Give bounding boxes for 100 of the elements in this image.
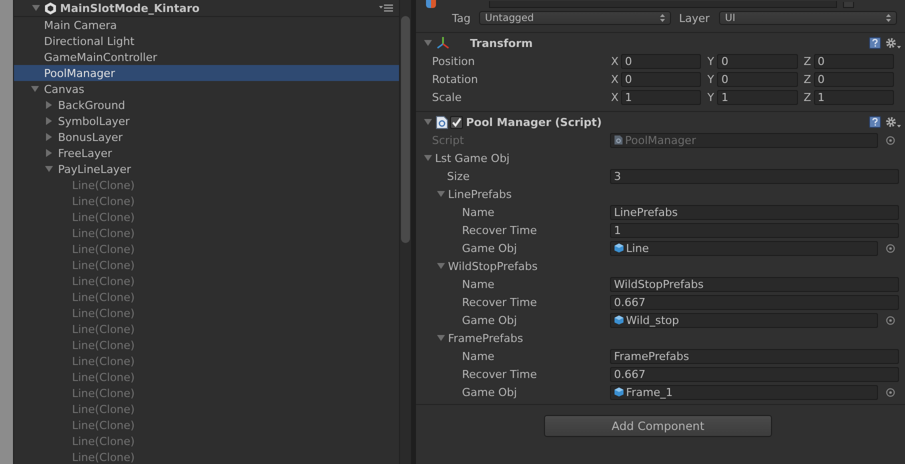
cube-icon [614, 315, 624, 325]
text-field[interactable]: WildStopPrefabs [610, 276, 899, 292]
expand-arrow-icon[interactable] [45, 149, 53, 157]
settings-icon[interactable] [885, 116, 901, 128]
cube-icon [614, 387, 624, 397]
property-label: Recover Time [461, 296, 538, 308]
property-label: Size [446, 170, 471, 182]
number-field[interactable]: 0 [621, 54, 702, 68]
tag-label: Tag [452, 12, 472, 24]
axis-label: X [610, 90, 620, 104]
text-field[interactable]: 0.667 [610, 294, 899, 310]
element-foldout[interactable]: WildStopPrefabs [416, 260, 610, 272]
component-title: Transform [470, 36, 534, 50]
collapse-arrow-icon[interactable] [45, 165, 53, 173]
hierarchy-item[interactable]: PoolManager [14, 65, 399, 81]
settings-icon[interactable] [885, 37, 901, 49]
help-icon[interactable] [869, 116, 881, 128]
collapse-arrow-icon[interactable] [31, 85, 39, 93]
property-label: Game Obj [461, 242, 518, 254]
property-label: Script [431, 134, 465, 146]
number-field[interactable]: 0 [814, 54, 894, 68]
hierarchy-item[interactable]: PayLineLayer [14, 161, 399, 177]
expand-arrow-icon[interactable] [45, 101, 53, 109]
object-picker-icon[interactable] [886, 388, 895, 396]
axis-label: X [610, 72, 620, 86]
element-foldout[interactable]: FramePrefabs [416, 332, 610, 344]
text-field[interactable]: 0.667 [610, 366, 899, 382]
property-label: Name [461, 350, 496, 362]
scrollbar[interactable] [399, 0, 411, 464]
object-field[interactable]: Frame_1 [610, 384, 878, 400]
static-checkbox[interactable] [843, 2, 854, 8]
property-label: Recover Time [461, 368, 538, 380]
layer-label: Layer [679, 12, 711, 24]
expand-arrow-icon[interactable] [45, 117, 53, 125]
menu-icon[interactable] [379, 4, 393, 12]
collapse-arrow-icon[interactable] [424, 118, 432, 126]
number-field[interactable]: 0 [717, 72, 798, 86]
hierarchy-item[interactable]: BackGround [14, 97, 399, 113]
property-label: Name [461, 206, 496, 218]
expand-arrow-icon[interactable] [45, 133, 53, 141]
property-label: Position [431, 54, 476, 68]
dropdown-arrows-icon [886, 14, 891, 22]
object-field[interactable]: Line [610, 240, 878, 256]
property-label: Name [461, 278, 496, 290]
size-field[interactable]: 3 [610, 168, 899, 184]
scrollbar-thumb[interactable] [401, 16, 410, 243]
object-field[interactable]: Wild_stop [610, 312, 878, 328]
hierarchy-item[interactable]: SymbolLayer [14, 113, 399, 129]
property-label: Recover Time [461, 224, 538, 236]
hierarchy-item[interactable]: Main Camera [14, 17, 399, 33]
property-label: Game Obj [461, 314, 518, 326]
number-field[interactable]: 0 [717, 54, 798, 68]
scene-name: MainSlotMode_Kintaro [60, 2, 201, 14]
axis-label: Y [706, 72, 716, 86]
component-title: Pool Manager (Script) [466, 116, 603, 128]
object-picker-icon[interactable] [886, 244, 895, 252]
hierarchy-item[interactable]: BonusLayer [14, 129, 399, 145]
number-field[interactable]: 1 [717, 90, 798, 104]
number-field[interactable]: 1 [621, 90, 702, 104]
collapse-arrow-icon[interactable] [437, 262, 445, 270]
collapse-arrow-icon[interactable] [32, 4, 40, 12]
text-field[interactable]: 1 [610, 222, 899, 238]
cube-icon [614, 243, 624, 253]
add-component-button[interactable]: Add Component [544, 415, 772, 437]
axis-label: Z [802, 72, 812, 86]
collapse-arrow-icon[interactable] [424, 39, 432, 47]
axis-label: Z [802, 54, 812, 68]
transform-axes-icon [436, 36, 450, 50]
script-icon [436, 116, 448, 128]
collapse-arrow-icon[interactable] [437, 190, 445, 198]
hierarchy-item[interactable]: GameMainController [14, 49, 399, 65]
object-picker-icon[interactable] [886, 316, 895, 324]
game-object-icon [426, 0, 436, 8]
script-field: PoolManager [610, 132, 878, 148]
collapse-arrow-icon[interactable] [424, 154, 432, 162]
script-icon [614, 135, 623, 145]
list-foldout[interactable]: Lst Game Obj [416, 152, 610, 164]
axis-label: Y [706, 90, 716, 104]
axis-label: Z [802, 90, 812, 104]
tag-dropdown[interactable]: Untagged [479, 11, 671, 25]
number-field[interactable]: 0 [814, 72, 894, 86]
element-foldout[interactable]: LinePrefabs [416, 188, 610, 200]
collapse-arrow-icon[interactable] [437, 334, 445, 342]
enabled-checkbox[interactable] [450, 116, 463, 128]
property-label: Scale [431, 90, 463, 104]
help-icon[interactable] [869, 37, 881, 49]
axis-label: X [610, 54, 620, 68]
property-label: Game Obj [461, 386, 518, 398]
property-label: Rotation [431, 72, 480, 86]
object-picker-icon[interactable] [886, 136, 895, 144]
axis-label: Y [706, 54, 716, 68]
hierarchy-item[interactable]: FreeLayer [14, 145, 399, 161]
hierarchy-item[interactable]: Canvas [14, 81, 399, 97]
text-field[interactable]: LinePrefabs [610, 204, 899, 220]
number-field[interactable]: 0 [621, 72, 702, 86]
text-field[interactable]: FramePrefabs [610, 348, 899, 364]
hierarchy-item[interactable]: Directional Light [14, 33, 399, 49]
dropdown-arrows-icon [660, 14, 665, 22]
number-field[interactable]: 1 [814, 90, 894, 104]
layer-dropdown[interactable]: UI [719, 11, 897, 25]
